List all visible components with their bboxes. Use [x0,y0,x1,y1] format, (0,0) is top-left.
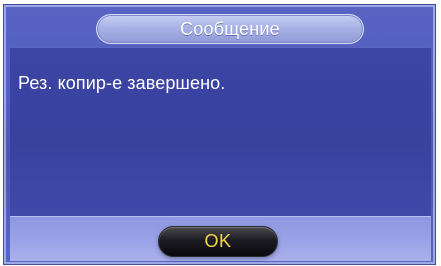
screen: Сообщение Рез. копир-е завершено. OK [0,0,441,266]
dialog-title: Сообщение [180,18,280,39]
message-text: Рез. копир-е завершено. [18,73,226,93]
message-dialog: Сообщение Рез. копир-е завершено. OK [3,4,436,265]
message-panel: Рез. копир-е завершено. [10,47,431,217]
ok-button[interactable]: OK [158,226,278,257]
dialog-title-bar: Сообщение [96,14,364,44]
